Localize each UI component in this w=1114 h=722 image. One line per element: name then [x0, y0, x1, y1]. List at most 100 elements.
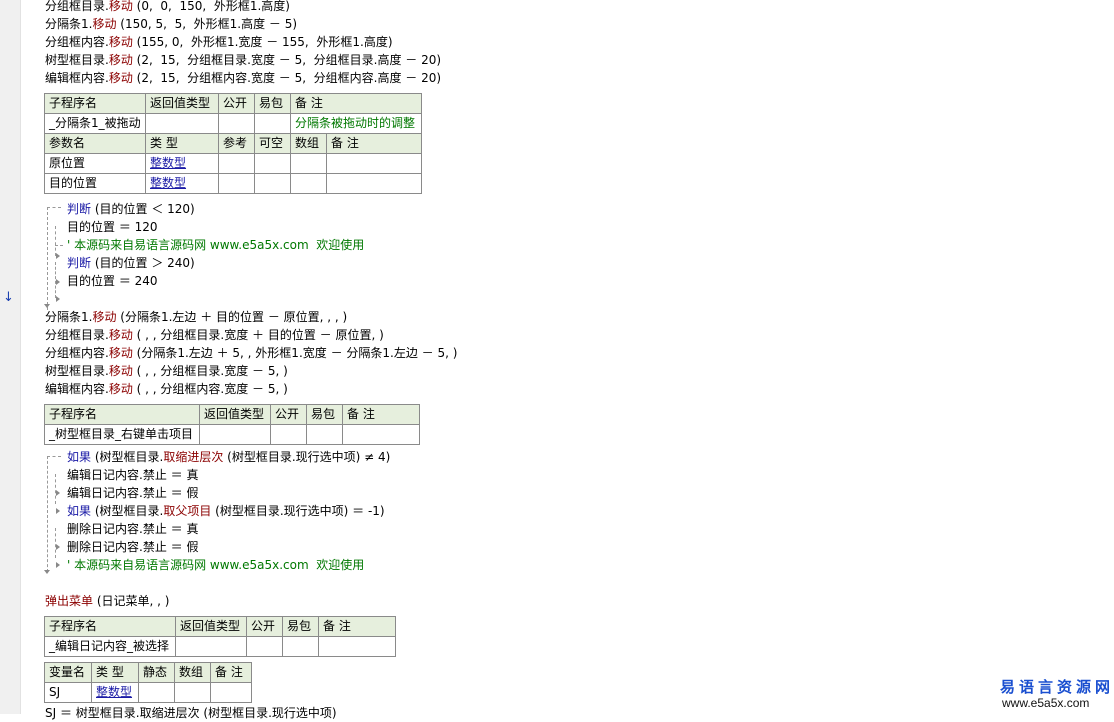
- code-method: 移动: [92, 17, 117, 31]
- code-line[interactable]: 删除日记内容.禁止 ＝ 真: [67, 520, 198, 538]
- header-cell: 备 注: [326, 133, 422, 154]
- comment-line[interactable]: ' 本源码来自易语言源码网 www.e5a5x.com 欢迎使用: [67, 236, 364, 254]
- param-array[interactable]: [290, 173, 327, 194]
- code-args: (150, 5, 5, 外形框1.高度 － 5): [116, 17, 298, 31]
- header-cell: 返回值类型: [199, 404, 271, 425]
- param-ref[interactable]: [218, 173, 255, 194]
- code-method: 移动: [108, 71, 133, 85]
- header-cell: 变量名: [44, 662, 92, 683]
- param-ref[interactable]: [218, 153, 255, 174]
- code-method: 取父项目: [163, 504, 212, 518]
- code-line[interactable]: 树型框目录.移动 (2, 15, 分组框目录.宽度 － 5, 分组框目录.高度 …: [45, 51, 441, 69]
- code-method: 移动: [92, 310, 117, 324]
- static-cell[interactable]: [138, 682, 175, 703]
- flow-arrow-icon: [56, 508, 60, 514]
- comment-line[interactable]: ' 本源码来自易语言源码网 www.e5a5x.com 欢迎使用: [67, 556, 364, 574]
- condition: (树型框目录.: [91, 504, 164, 518]
- flow-line: [55, 245, 63, 246]
- code-method: 移动: [108, 53, 133, 67]
- code-line[interactable]: 分组框内容.移动 (分隔条1.左边 ＋ 5, , 外形框1.宽度 － 分隔条1.…: [45, 344, 457, 362]
- package-cell[interactable]: [306, 424, 343, 445]
- code-line[interactable]: 分隔条1.移动 (分隔条1.左边 ＋ 目的位置 － 原位置, , , ): [45, 308, 347, 326]
- keyword: 判断: [67, 256, 92, 270]
- code-line[interactable]: 如果 (树型框目录.取缩进层次 (树型框目录.现行选中项) ≠ 4): [67, 448, 390, 466]
- code-method: 弹出菜单: [45, 594, 94, 608]
- flow-line: [47, 207, 61, 208]
- return-type-cell[interactable]: [175, 636, 247, 657]
- code-line[interactable]: 编辑框内容.移动 ( , , 分组框内容.宽度 － 5, ): [45, 380, 288, 398]
- public-cell[interactable]: [246, 636, 283, 657]
- param-note[interactable]: [326, 153, 422, 174]
- param-name[interactable]: 原位置: [44, 153, 146, 174]
- code-line[interactable]: 编辑日记内容.禁止 ＝ 真: [67, 466, 198, 484]
- public-cell[interactable]: [270, 424, 307, 445]
- param-type[interactable]: 整数型: [145, 173, 219, 194]
- variable-name[interactable]: SJ: [44, 682, 92, 703]
- code-line[interactable]: 分组框目录.移动 (0, 0, 150, 外形框1.高度): [45, 0, 290, 15]
- keyword: 如果: [67, 504, 92, 518]
- code-line[interactable]: 弹出菜单 (日记菜单, , ): [45, 592, 169, 610]
- code-args: (0, 0, 150, 外形框1.高度): [132, 0, 290, 13]
- table-row[interactable]: SJ 整数型: [44, 682, 252, 703]
- package-cell[interactable]: [254, 113, 291, 134]
- code-line[interactable]: 如果 (树型框目录.取父项目 (树型框目录.现行选中项) ＝ -1): [67, 502, 385, 520]
- param-nullable[interactable]: [254, 173, 291, 194]
- header-cell: 返回值类型: [145, 93, 219, 114]
- param-nullable[interactable]: [254, 153, 291, 174]
- code-line[interactable]: 分组框内容.移动 (155, 0, 外形框1.宽度 － 155, 外形框1.高度…: [45, 33, 393, 51]
- header-cell: 备 注: [342, 404, 420, 425]
- header-cell: 备 注: [290, 93, 422, 114]
- note-cell[interactable]: [342, 424, 420, 445]
- flow-arrow-icon: [56, 562, 60, 568]
- param-note[interactable]: [326, 173, 422, 194]
- note-cell[interactable]: [318, 636, 396, 657]
- table-row[interactable]: 目的位置 整数型: [44, 173, 422, 194]
- param-type[interactable]: 整数型: [145, 153, 219, 174]
- code-line[interactable]: SJ ＝ 树型框目录.取缩进层次 (树型框目录.现行选中项): [45, 704, 337, 722]
- array-cell[interactable]: [174, 682, 211, 703]
- code-line[interactable]: 编辑框内容.移动 (2, 15, 分组框内容.宽度 － 5, 分组框内容.高度 …: [45, 69, 441, 87]
- subroutine-name[interactable]: _编辑日记内容_被选择: [44, 636, 176, 657]
- flow-arrow-icon: [56, 490, 60, 496]
- code-line[interactable]: 编辑日记内容.禁止 ＝ 假: [67, 484, 198, 502]
- param-name[interactable]: 目的位置: [44, 173, 146, 194]
- variable-type[interactable]: 整数型: [91, 682, 139, 703]
- code-args: (分隔条1.左边 ＋ 5, , 外形框1.宽度 － 分隔条1.左边 － 5, ): [132, 346, 458, 360]
- header-cell: 参数名: [44, 133, 146, 154]
- code-line[interactable]: 目的位置 ＝ 120: [67, 218, 158, 236]
- subroutine-table: 子程序名 返回值类型 公开 易包 备 注 _编辑日记内容_被选择: [44, 616, 396, 657]
- public-cell[interactable]: [218, 113, 255, 134]
- flow-line: [47, 456, 48, 572]
- code-object: 分隔条1.: [45, 17, 93, 31]
- header-cell: 子程序名: [44, 404, 200, 425]
- code-line[interactable]: 分隔条1.移动 (150, 5, 5, 外形框1.高度 － 5): [45, 15, 297, 33]
- code-object: 树型框目录.: [45, 53, 109, 67]
- return-type-cell[interactable]: [145, 113, 219, 134]
- code-line[interactable]: 删除日记内容.禁止 ＝ 假: [67, 538, 198, 556]
- code-line[interactable]: 判断 (目的位置 ＜ 120): [67, 200, 195, 218]
- note-cell[interactable]: 分隔条被拖动时的调整: [290, 113, 422, 134]
- note-cell[interactable]: [210, 682, 252, 703]
- execution-arrow-icon[interactable]: ↓: [3, 291, 14, 305]
- code-args: ( , , 分组框目录.宽度 － 5, ): [132, 364, 288, 378]
- code-object: 分组框内容.: [45, 346, 109, 360]
- header-cell: 类 型: [91, 662, 139, 683]
- code-line[interactable]: 判断 (目的位置 ＞ 240): [67, 254, 195, 272]
- statement: 编辑日记内容.禁止 ＝ 假: [67, 486, 199, 500]
- header-cell: 易包: [282, 616, 319, 637]
- flow-line: [47, 456, 61, 457]
- table-row[interactable]: 原位置 整数型: [44, 153, 422, 174]
- code-line[interactable]: 目的位置 ＝ 240: [67, 272, 158, 290]
- subroutine-name[interactable]: _分隔条1_被拖动: [44, 113, 146, 134]
- subroutine-table: 子程序名 返回值类型 公开 易包 备 注 _树型框目录_右键单击项目: [44, 404, 420, 445]
- subroutine-name[interactable]: _树型框目录_右键单击项目: [44, 424, 200, 445]
- statement: 删除日记内容.禁止 ＝ 真: [67, 522, 199, 536]
- code-line[interactable]: 分组框目录.移动 ( , , 分组框目录.宽度 ＋ 目的位置 － 原位置, ): [45, 326, 384, 344]
- header-cell: 公开: [270, 404, 307, 425]
- code-object: 分组框目录.: [45, 328, 109, 342]
- code-line[interactable]: 树型框目录.移动 ( , , 分组框目录.宽度 － 5, ): [45, 362, 288, 380]
- package-cell[interactable]: [282, 636, 319, 657]
- header-cell: 类 型: [145, 133, 219, 154]
- return-type-cell[interactable]: [199, 424, 271, 445]
- param-array[interactable]: [290, 153, 327, 174]
